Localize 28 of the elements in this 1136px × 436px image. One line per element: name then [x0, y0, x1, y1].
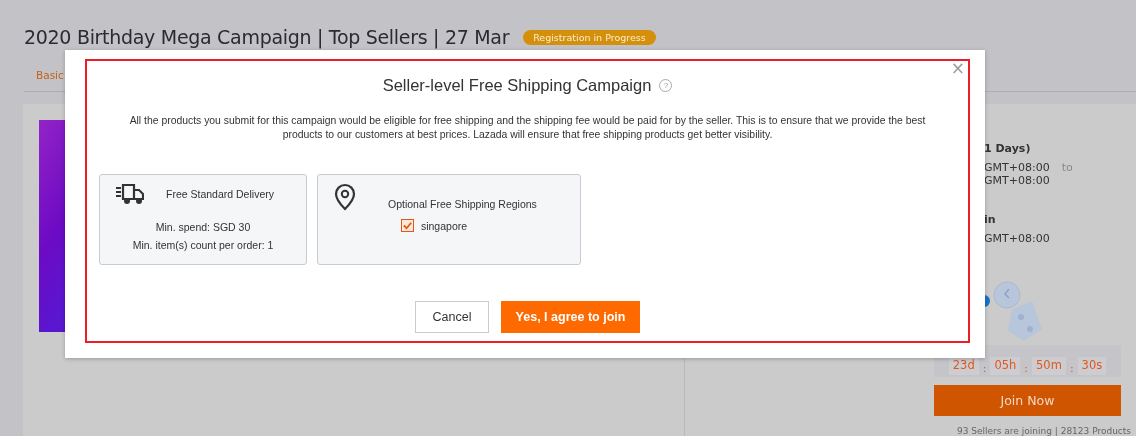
detail-heading: in	[984, 213, 997, 226]
separator: :	[1024, 362, 1029, 375]
truck-icon	[116, 183, 144, 205]
footer-note: 93 Sellers are joining | 28123 Products	[957, 426, 1131, 436]
card-title: Optional Free Shipping Regions	[388, 198, 537, 210]
detail-text: GMT+08:00	[984, 174, 1051, 187]
detail-text: to	[1061, 161, 1073, 174]
countdown-value: 30s	[1077, 357, 1107, 375]
separator: :	[982, 362, 987, 375]
cancel-button[interactable]: Cancel	[415, 301, 489, 333]
card-text: Min. spend: SGD 30	[155, 221, 251, 233]
card-title: Free Standard Delivery	[166, 188, 274, 200]
description: All the products you submit for this campaign would be eligible for free shipping and the shipping fee would be paid for by the seller. This is to ensure that we provide the best products to our customers at best prices. Lazada will ensure that free shipping products get better visibility.	[128, 114, 927, 142]
detail-heading: 1 Days)	[984, 142, 1032, 155]
agree-button[interactable]: Yes, I agree to join	[501, 301, 640, 333]
checkbox-label: singapore	[420, 219, 468, 232]
status-badge: Registration in Progress	[523, 29, 656, 45]
card-text: Min. item(s) count per order: 1	[132, 239, 274, 251]
detail-text: GMT+08:00	[984, 161, 1050, 174]
detail-text: GMT+08:00	[984, 232, 1051, 245]
dialog-title: Seller-level Free Shipping Campaign	[382, 76, 652, 95]
separator: :	[1069, 362, 1074, 375]
checkbox[interactable]	[400, 219, 414, 232]
join-now-button[interactable]: Join Now	[934, 385, 1121, 416]
page-title: 2020 Birthday Mega Campaign | Top Sellers | 27 Mar	[24, 26, 510, 48]
countdown-value: 50m	[1032, 357, 1066, 375]
countdown-value: 05h	[990, 357, 1021, 375]
location-pin-icon	[334, 183, 356, 211]
